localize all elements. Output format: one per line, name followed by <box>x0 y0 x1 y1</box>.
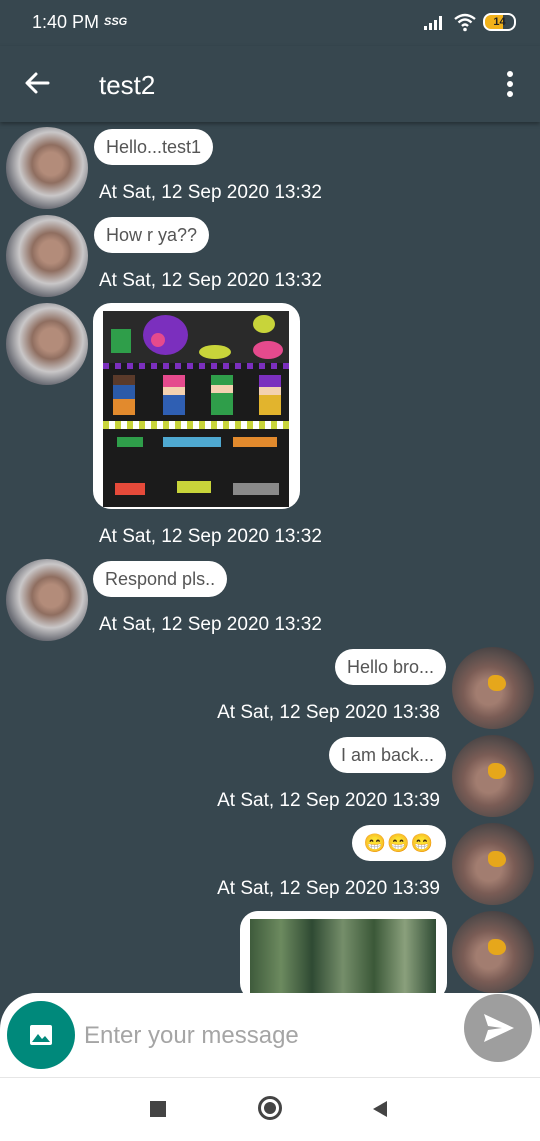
message-composer <box>0 993 540 1077</box>
forest-photo <box>250 919 436 1001</box>
message-bubble[interactable]: Respond pls.. <box>93 561 228 597</box>
message-bubble[interactable]: How r ya?? <box>94 217 210 253</box>
message-timestamp: At Sat, 12 Sep 2020 13:32 <box>99 614 322 635</box>
contact-avatar[interactable] <box>6 559 88 641</box>
image-message[interactable] <box>240 911 447 1001</box>
recents-icon[interactable] <box>150 1101 166 1117</box>
send-button[interactable] <box>464 994 532 1062</box>
status-bar: 1:40 PM SSG 14 <box>0 0 540 46</box>
emoji-message-bubble[interactable]: 😁😁😁 <box>351 825 446 861</box>
message-bubble[interactable]: Hello...test1 <box>94 129 214 165</box>
user-avatar[interactable] <box>452 735 534 817</box>
system-nav-bar <box>0 1077 540 1141</box>
image-icon <box>30 1025 52 1045</box>
user-avatar[interactable] <box>452 823 534 905</box>
app-bar: test2 <box>0 46 540 122</box>
message-timestamp: At Sat, 12 Sep 2020 13:38 <box>217 702 440 723</box>
pixel-art-image <box>103 311 289 507</box>
attach-image-button[interactable] <box>7 1001 75 1069</box>
message-input[interactable] <box>82 1015 446 1057</box>
arrow-left-icon[interactable] <box>22 68 52 98</box>
home-icon[interactable] <box>258 1096 282 1120</box>
battery-level: 14 <box>493 16 506 28</box>
battery-icon: 14 <box>483 13 516 31</box>
user-avatar[interactable] <box>452 647 534 729</box>
nav-back-icon[interactable] <box>371 1100 389 1118</box>
image-message[interactable] <box>93 303 300 509</box>
message-bubble[interactable]: Hello bro... <box>334 649 446 685</box>
contact-avatar[interactable] <box>6 215 88 297</box>
message-bubble[interactable]: I am back... <box>328 737 446 773</box>
message-timestamp: At Sat, 12 Sep 2020 13:32 <box>99 182 322 203</box>
message-timestamp: At Sat, 12 Sep 2020 13:32 <box>99 270 322 291</box>
send-icon <box>484 1014 514 1042</box>
user-avatar[interactable] <box>452 911 534 993</box>
more-vertical-icon[interactable] <box>498 66 522 102</box>
message-timestamp: At Sat, 12 Sep 2020 13:39 <box>217 790 440 811</box>
contact-avatar[interactable] <box>6 303 88 385</box>
contact-avatar[interactable] <box>6 127 88 209</box>
message-timestamp: At Sat, 12 Sep 2020 13:39 <box>217 878 440 899</box>
wifi-icon <box>454 13 476 32</box>
chat-title: test2 <box>99 70 156 100</box>
signal-icon <box>424 16 442 30</box>
status-time: 1:40 PM <box>32 12 100 32</box>
network-label: SSG <box>104 16 128 28</box>
message-timestamp: At Sat, 12 Sep 2020 13:32 <box>99 526 322 547</box>
